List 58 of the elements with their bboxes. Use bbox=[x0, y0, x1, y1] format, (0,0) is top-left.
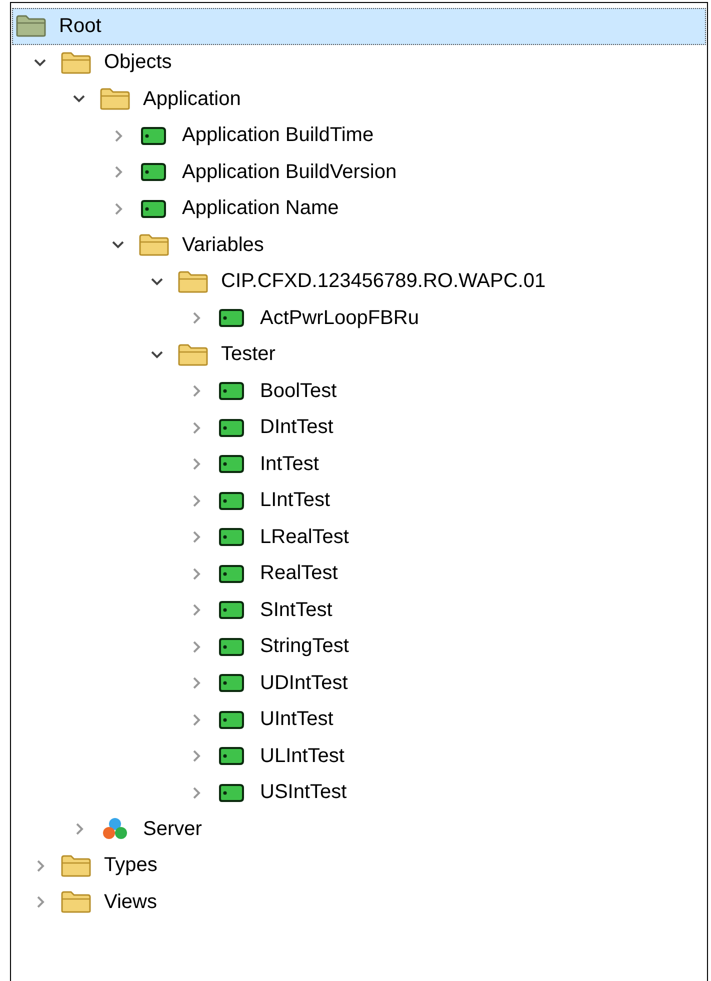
tree-item[interactable]: Root bbox=[59, 14, 102, 38]
tree-item[interactable]: Server bbox=[143, 818, 202, 841]
tree-row[interactable]: CIP.CFXD.123456789.RO.WAPC.01 bbox=[12, 264, 706, 300]
tree-item[interactable]: Objects bbox=[104, 51, 172, 74]
tree-row[interactable]: Tester bbox=[12, 336, 706, 373]
tree-row[interactable]: UDIntTest bbox=[12, 665, 706, 702]
folder-icon bbox=[177, 342, 209, 367]
tree-row[interactable]: Variables bbox=[12, 227, 706, 264]
tree-item[interactable]: Types bbox=[104, 854, 158, 878]
tree-item[interactable]: SIntTest bbox=[260, 598, 332, 622]
folder-icon bbox=[138, 233, 170, 258]
tree-row[interactable]: ActPwrLoopFBRu bbox=[12, 300, 706, 336]
folder-icon bbox=[60, 890, 92, 914]
tree-item[interactable]: BoolTest bbox=[260, 380, 337, 403]
tree-item[interactable]: ULIntTest bbox=[260, 744, 344, 768]
tree-row[interactable]: BoolTest bbox=[12, 373, 706, 410]
folder-icon bbox=[60, 854, 92, 878]
tree-item[interactable]: IntTest bbox=[260, 452, 319, 476]
tree-row[interactable]: USIntTest bbox=[12, 774, 706, 811]
tree-row[interactable]: Objects bbox=[12, 44, 706, 81]
tree-item[interactable]: Variables bbox=[182, 234, 264, 257]
folder-icon bbox=[15, 14, 47, 38]
tree-item[interactable]: USIntTest bbox=[260, 781, 347, 804]
tree-item[interactable]: Views bbox=[104, 890, 157, 914]
tree-row[interactable]: Application Name bbox=[12, 190, 706, 227]
tree-row[interactable]: StringTest bbox=[12, 628, 706, 665]
tree-item[interactable]: Application bbox=[143, 88, 241, 111]
tree-row[interactable]: Application BuildTime bbox=[12, 118, 706, 154]
tree-item[interactable]: Tester bbox=[221, 343, 276, 366]
tree-row[interactable]: UIntTest bbox=[12, 702, 706, 738]
tree-item[interactable]: Application BuildTime bbox=[182, 124, 374, 148]
tree-row[interactable]: Server bbox=[12, 811, 706, 848]
tree-item[interactable]: UDIntTest bbox=[260, 672, 348, 695]
tree-row[interactable]: Application bbox=[12, 81, 706, 118]
folder-icon bbox=[99, 87, 131, 112]
tree-row[interactable]: ULIntTest bbox=[12, 738, 706, 774]
tree-item[interactable]: StringTest bbox=[260, 635, 349, 658]
tree-item[interactable]: RealTest bbox=[260, 562, 338, 586]
tree-row[interactable]: RealTest bbox=[12, 556, 706, 592]
tree-row[interactable]: Types bbox=[12, 848, 706, 884]
tree-row[interactable]: Root bbox=[12, 8, 706, 44]
tree-row[interactable]: DIntTest bbox=[12, 410, 706, 446]
tree-item[interactable]: DIntTest bbox=[260, 416, 334, 440]
tree-row[interactable]: LIntTest bbox=[12, 482, 706, 519]
tree-row[interactable]: SIntTest bbox=[12, 592, 706, 628]
tree-item[interactable]: LRealTest bbox=[260, 526, 349, 549]
tree-row[interactable]: Views bbox=[12, 884, 706, 920]
tree-row[interactable]: IntTest bbox=[12, 446, 706, 482]
tree-item[interactable]: LIntTest bbox=[260, 489, 330, 512]
folder-icon bbox=[177, 270, 209, 294]
folder-icon bbox=[60, 50, 92, 75]
tree-item[interactable]: ActPwrLoopFBRu bbox=[260, 306, 419, 330]
tree-item[interactable]: UIntTest bbox=[260, 708, 334, 732]
tree-item[interactable]: Application Name bbox=[182, 197, 339, 220]
tree-item[interactable]: CIP.CFXD.123456789.RO.WAPC.01 bbox=[221, 270, 546, 294]
tree-row[interactable]: LRealTest bbox=[12, 519, 706, 556]
tree-item[interactable]: Application BuildVersion bbox=[182, 160, 397, 184]
tree-row[interactable]: Application BuildVersion bbox=[12, 154, 706, 190]
